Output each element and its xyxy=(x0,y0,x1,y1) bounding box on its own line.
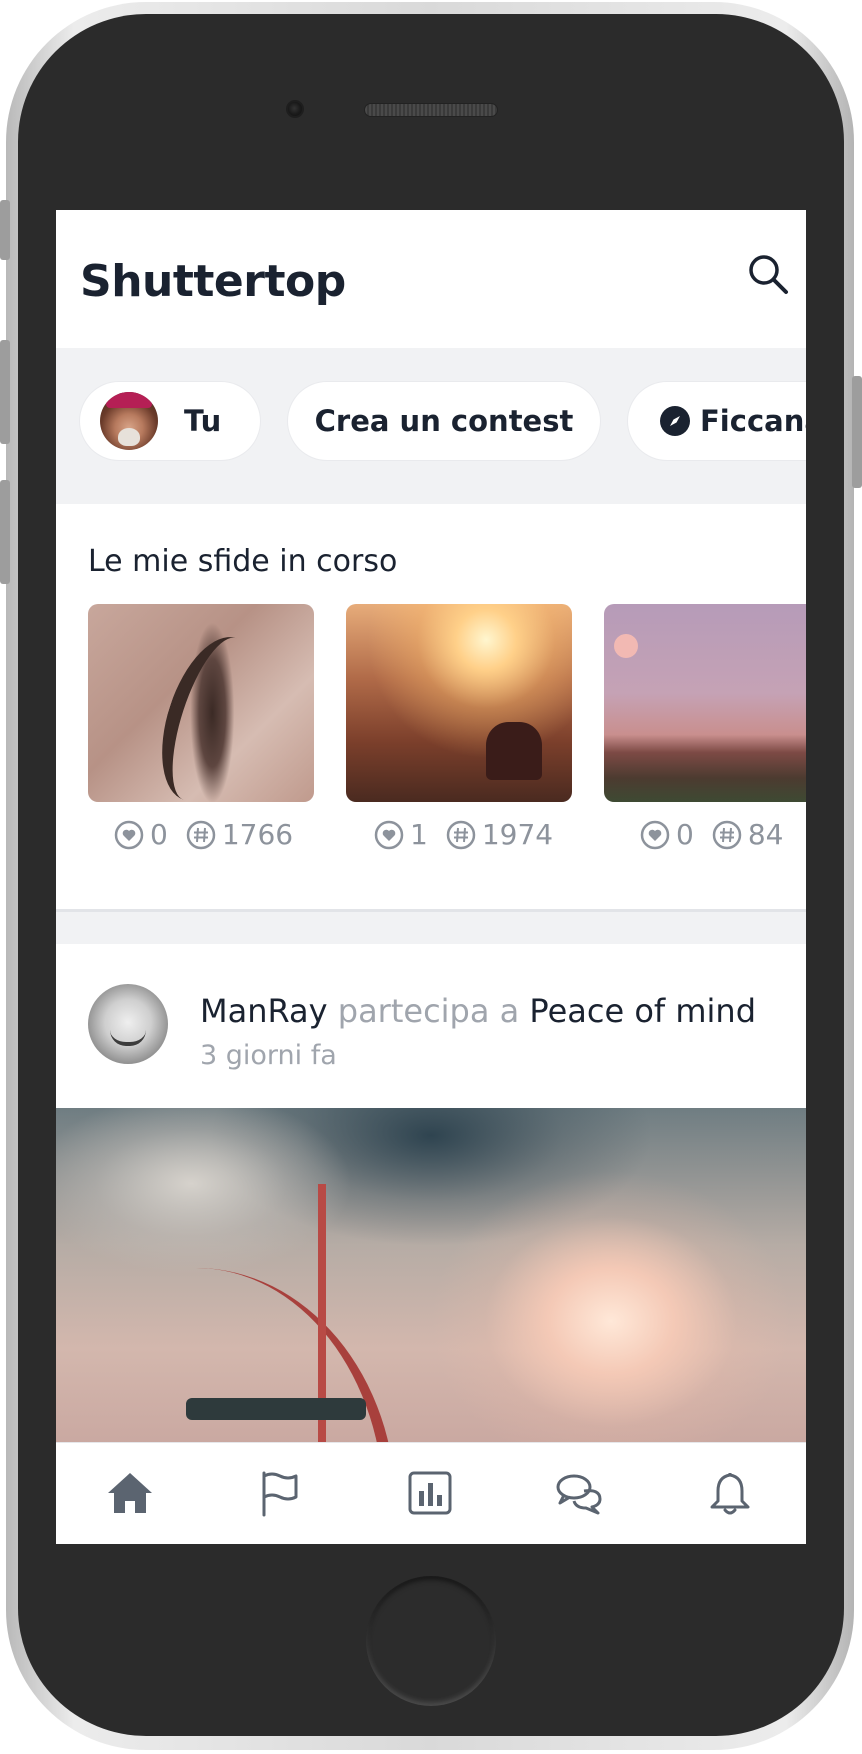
volume-down-button xyxy=(0,480,10,584)
bell-icon xyxy=(710,1472,750,1515)
phone-home-button[interactable] xyxy=(366,1576,496,1706)
tab-home[interactable] xyxy=(104,1467,156,1519)
tab-messages[interactable] xyxy=(554,1467,606,1519)
heart-icon xyxy=(640,820,670,849)
heart-icon xyxy=(374,820,404,849)
rank-value: 1974 xyxy=(481,818,554,851)
create-contest-label: Crea un contest xyxy=(314,404,574,438)
photo-detail xyxy=(186,1398,366,1420)
search-button[interactable] xyxy=(746,252,790,296)
rank-value: 84 xyxy=(747,818,784,851)
likes-count: 1 xyxy=(410,818,428,851)
post-photo[interactable] xyxy=(56,1108,806,1452)
post-timestamp: 3 giorni fa xyxy=(200,1040,337,1071)
avatar[interactable] xyxy=(88,984,168,1064)
bar-chart-icon xyxy=(408,1471,452,1515)
post-summary: ManRay partecipa a Peace of mind xyxy=(200,992,756,1030)
search-icon xyxy=(749,255,788,294)
explore-chip[interactable]: Ficcanaso xyxy=(628,382,806,460)
rank-value: 1766 xyxy=(221,818,294,851)
post-action-text: partecipa a xyxy=(337,992,520,1030)
bottom-tab-bar xyxy=(56,1442,806,1544)
challenge-stats-2: 1 1974 xyxy=(374,818,553,851)
feed-post-header: ManRay partecipa a Peace of mind 3 giorn… xyxy=(56,944,806,1108)
post-contest-link[interactable]: Peace of mind xyxy=(529,992,756,1030)
tab-notifications[interactable] xyxy=(704,1467,756,1519)
volume-up-button xyxy=(0,340,10,444)
home-icon xyxy=(108,1473,152,1513)
likes-count: 0 xyxy=(150,818,168,851)
app-screen: Shuttertop Tu Crea un contest Ficcanaso … xyxy=(56,210,806,1544)
challenge-photo-2[interactable] xyxy=(346,604,572,802)
hashtag-icon xyxy=(446,820,476,849)
tab-contests[interactable] xyxy=(254,1467,306,1519)
quick-actions-bar: Tu Crea un contest Ficcanaso xyxy=(56,348,806,504)
front-camera xyxy=(286,100,304,118)
flag-icon xyxy=(262,1471,298,1517)
likes-count: 0 xyxy=(676,818,694,851)
avatar xyxy=(100,392,158,450)
challenge-stats-1: 0 1766 xyxy=(114,818,293,851)
hashtag-icon xyxy=(712,820,742,849)
profile-chip-label: Tu xyxy=(184,404,222,438)
post-user-link[interactable]: ManRay xyxy=(200,992,328,1030)
hashtag-icon xyxy=(186,820,216,849)
app-title: Shuttertop xyxy=(80,256,346,307)
feed-divider xyxy=(56,912,806,944)
heart-icon xyxy=(114,820,144,849)
explore-chip-label: Ficcanaso xyxy=(700,404,806,438)
app-header: Shuttertop xyxy=(56,210,806,348)
power-button xyxy=(852,376,862,488)
challenge-photo-1[interactable] xyxy=(88,604,314,802)
tab-leaderboard[interactable] xyxy=(404,1467,456,1519)
challenge-photo-3[interactable] xyxy=(604,604,806,802)
profile-chip[interactable]: Tu xyxy=(80,382,260,460)
compass-icon xyxy=(660,406,690,436)
earpiece-speaker xyxy=(364,103,498,117)
photo-detail xyxy=(196,1268,396,1452)
section-title: Le mie sfide in corso xyxy=(88,544,398,579)
challenge-stats-3: 0 84 xyxy=(640,818,783,851)
create-contest-button[interactable]: Crea un contest xyxy=(288,382,600,460)
mute-switch xyxy=(0,200,10,260)
chat-icon xyxy=(556,1474,602,1515)
my-challenges-section: Le mie sfide in corso 0 1766 1 1974 0 84 xyxy=(56,504,806,912)
